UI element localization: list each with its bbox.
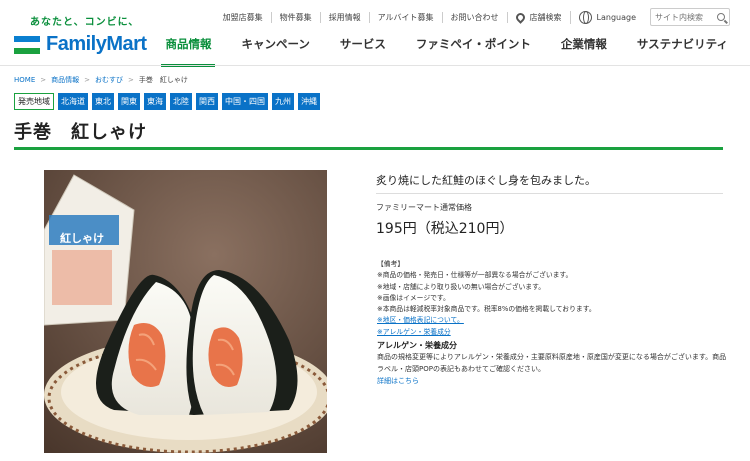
nav-famipay[interactable]: ファミペイ・ポイント xyxy=(416,36,531,60)
detail-link[interactable]: 詳細はこちら xyxy=(377,376,419,386)
utility-nav: 加盟店募集 物件募集 採用情報 アルバイト募集 お問い合わせ 店舗検索 Lang… xyxy=(215,8,730,26)
package-label: 紅しゃけ xyxy=(60,231,104,245)
nav-products[interactable]: 商品情報 xyxy=(161,36,216,67)
note-line: ※地域・店舗により取り扱いの無い場合がございます。 xyxy=(377,282,546,291)
site-search xyxy=(650,8,730,26)
util-link-recruit[interactable]: 採用情報 xyxy=(319,11,369,23)
region-tag: 東海 xyxy=(144,93,166,110)
chevron-right-icon: > xyxy=(128,76,134,84)
chevron-right-icon: > xyxy=(40,76,47,84)
notes: 【備考】 ※商品の価格・発売日・仕様等が一部異なる場合がございます。 ※地域・店… xyxy=(377,259,727,338)
allergy-body: 商品の規格変更等によりアレルゲン・栄養成分・主要原料原産地・原産国が変更になる場… xyxy=(377,353,727,373)
globe-icon xyxy=(578,10,592,24)
note-line: ※本商品は軽減税率対象商品です。税率8%の価格を掲載しております。 xyxy=(377,305,596,314)
breadcrumb-home[interactable]: HOME xyxy=(14,76,35,84)
product-lead: 炙り焼にした紅鮭のほぐし身を包みました。 xyxy=(376,174,596,187)
main-nav: 商品情報 キャンペーン サービス ファミペイ・ポイント 企業情報 サステナビリテ… xyxy=(135,36,728,67)
sale-regions: 発売地域 北海道 東北 関東 東海 北陸 関西 中国・四国 九州 沖縄 xyxy=(14,93,324,110)
nav-corporate[interactable]: 企業情報 xyxy=(561,36,607,60)
title-divider xyxy=(14,147,723,150)
tagline: あなたと、コンビに、 xyxy=(30,17,140,28)
util-link-property[interactable]: 物件募集 xyxy=(270,11,320,23)
region-tag: 中国・四国 xyxy=(222,93,268,110)
allergy-link[interactable]: ※アレルゲン・栄養成分 xyxy=(377,328,451,336)
header-divider xyxy=(0,65,750,66)
search-icon[interactable] xyxy=(717,13,725,21)
region-tag: 北陸 xyxy=(170,93,192,110)
util-link-franchise[interactable]: 加盟店募集 xyxy=(215,12,271,23)
region-tag: 北海道 xyxy=(58,93,88,110)
language-link[interactable]: Language xyxy=(569,10,644,24)
logo-mark-icon xyxy=(14,35,40,54)
nav-sustainability[interactable]: サステナビリティ xyxy=(637,36,728,60)
breadcrumb-products[interactable]: 商品情報 xyxy=(51,75,79,85)
nav-service[interactable]: サービス xyxy=(340,36,386,60)
breadcrumb-omusubi[interactable]: おむすび xyxy=(95,75,123,85)
note-line: ※商品の価格・発売日・仕様等が一部異なる場合がございます。 xyxy=(377,271,573,280)
util-link-parttime[interactable]: アルバイト募集 xyxy=(368,11,442,23)
note-line: ※画像はイメージです。 xyxy=(377,293,450,302)
lead-divider xyxy=(376,193,723,194)
chevron-right-icon: > xyxy=(84,76,90,84)
region-tag: 関東 xyxy=(118,93,140,110)
nav-campaign[interactable]: キャンペーン xyxy=(241,36,309,60)
language-label: Language xyxy=(596,12,636,22)
breadcrumb: HOME > 商品情報 > おむすび > 手巻 紅しゃけ xyxy=(14,75,188,85)
region-label: 発売地域 xyxy=(14,93,54,110)
map-pin-icon xyxy=(513,10,527,24)
search-input[interactable] xyxy=(655,12,715,22)
util-link-contact[interactable]: お問い合わせ xyxy=(441,11,507,23)
region-tag: 沖縄 xyxy=(298,93,320,110)
familymart-logo[interactable]: FamilyMart xyxy=(14,33,147,56)
logo-text: FamilyMart xyxy=(46,33,147,55)
breadcrumb-current: 手巻 紅しゃけ xyxy=(138,76,188,84)
page-title: 手巻 紅しゃけ xyxy=(14,122,147,143)
notes-heading: 【備考】 xyxy=(377,260,405,268)
allergy-heading: アレルゲン・栄養成分 xyxy=(377,341,457,350)
product-price: 195円（税込210円） xyxy=(376,221,514,237)
region-price-link[interactable]: ※地区・価格表記について。 xyxy=(377,316,464,324)
price-label: ファミリーマート通常価格 xyxy=(376,203,472,212)
region-tag: 東北 xyxy=(92,93,114,110)
store-search-label: 店舗検索 xyxy=(529,12,562,22)
product-image: 紅しゃけ xyxy=(44,170,327,453)
region-tag: 九州 xyxy=(272,93,294,110)
store-search-link[interactable]: 店舗検索 xyxy=(506,10,570,24)
region-tag: 関西 xyxy=(196,93,218,110)
